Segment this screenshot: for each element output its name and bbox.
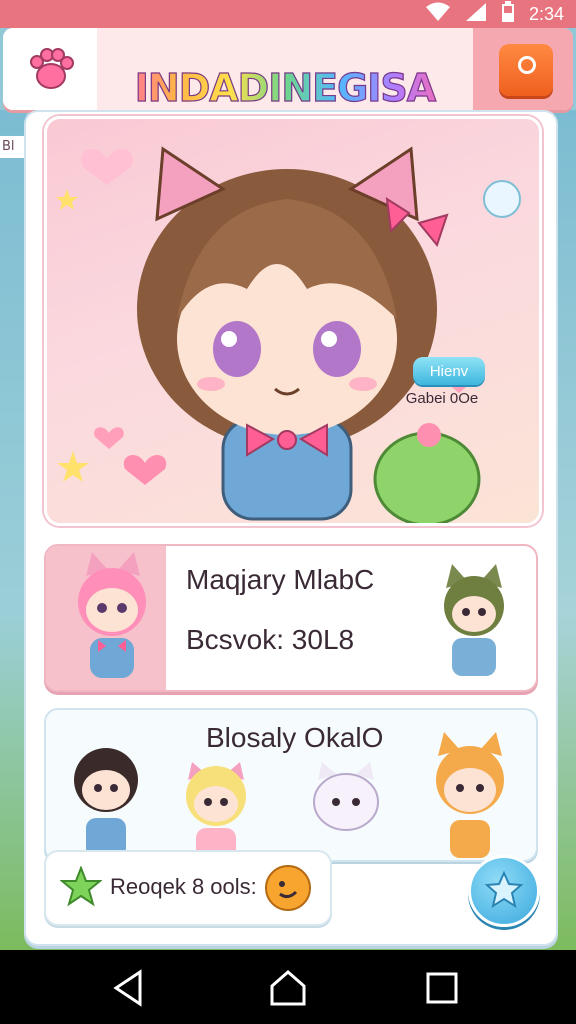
group-card[interactable]: Blosaly OkalO [44,708,538,862]
reward-bar[interactable]: Reoqek 8 ools: [44,850,332,926]
group-characters [74,732,504,860]
home-icon [266,970,310,1013]
hero-illustration [44,116,542,526]
star-badge-icon [484,870,524,913]
wifi-icon [425,2,451,26]
nav-recents-button[interactable] [420,966,464,1010]
hero-caption: Gabei 0Oe [405,390,479,407]
hero-button[interactable]: Hienv [413,357,485,385]
group-character-1 [74,748,138,858]
paw-icon [25,48,77,99]
status-icons: 2:34 [425,0,564,28]
character-name: Maqjary MlabC [186,564,375,595]
battery-icon [501,1,515,27]
group-character-2 [186,762,246,860]
fab-star-button[interactable] [468,855,540,927]
character-avatar [78,552,146,678]
character-avatar-panel [46,546,166,690]
settings-icon [518,56,536,74]
status-time: 2:34 [528,3,564,24]
group-character-4 [436,732,504,858]
status-bar: 2:34 [0,0,576,28]
back-icon [108,969,152,1013]
recents-icon [420,972,464,1013]
character-card[interactable]: Maqjary MlabC Bcsvok: 30L8 [44,544,538,692]
star-icon [59,865,103,912]
side-scenery-left [0,110,26,950]
nav-back-button[interactable] [108,966,152,1010]
group-character-3 [313,762,379,831]
character-stat: Bcsvok: 30L8 [186,624,355,655]
reward-label: Reoqek 8 ools: [110,874,257,899]
hero-artwork [56,146,521,523]
signal-icon [465,2,487,26]
coin-face-icon [264,864,312,916]
character-companion [444,564,504,676]
nav-home-button[interactable] [266,966,310,1010]
settings-button[interactable] [499,44,553,96]
paw-menu-button[interactable] [25,44,77,96]
system-nav-bar [0,950,576,1024]
